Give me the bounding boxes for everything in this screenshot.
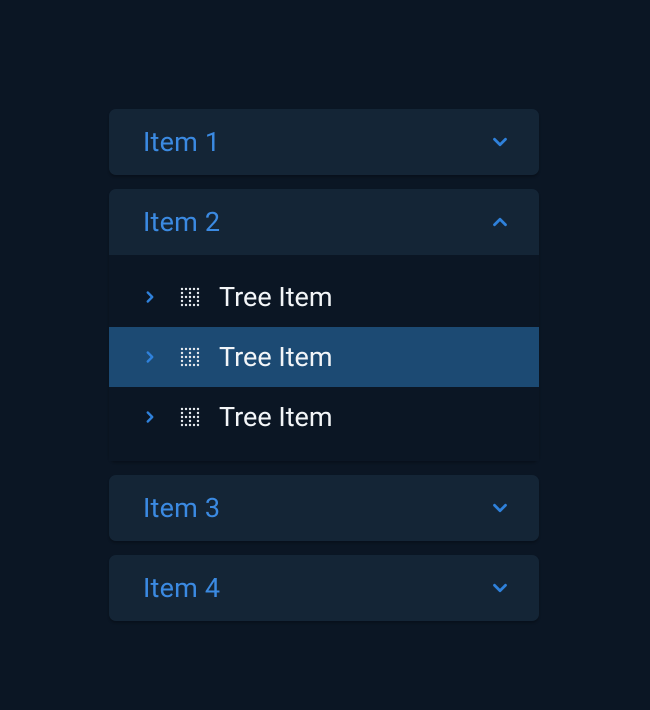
tree-item-label: Tree Item <box>219 401 333 433</box>
chevron-right-icon <box>139 406 161 428</box>
tree-item[interactable]: Tree Item <box>109 327 539 387</box>
accordion-title: Item 1 <box>143 126 220 158</box>
accordion-header-item-2[interactable]: Item 2 <box>109 189 539 255</box>
tree-item-label: Tree Item <box>219 281 333 313</box>
accordion-title: Item 3 <box>143 492 220 524</box>
accordion-section-item-2: Item 2 Tree Item <box>109 189 539 461</box>
border-clear-icon <box>177 284 203 310</box>
chevron-down-icon <box>487 129 513 155</box>
accordion-section-item-4: Item 4 <box>109 555 539 621</box>
chevron-down-icon <box>487 495 513 521</box>
chevron-down-icon <box>487 575 513 601</box>
chevron-right-icon <box>139 286 161 308</box>
accordion-header-item-3[interactable]: Item 3 <box>109 475 539 541</box>
chevron-up-icon <box>487 209 513 235</box>
accordion-title: Item 2 <box>143 206 220 238</box>
chevron-right-icon <box>139 346 161 368</box>
tree-item-label: Tree Item <box>219 341 333 373</box>
tree-item[interactable]: Tree Item <box>109 387 539 447</box>
accordion-title: Item 4 <box>143 572 220 604</box>
accordion-header-item-1[interactable]: Item 1 <box>109 109 539 175</box>
border-clear-icon <box>177 344 203 370</box>
tree-item[interactable]: Tree Item <box>109 267 539 327</box>
accordion-section-item-1: Item 1 <box>109 109 539 175</box>
accordion-header-item-4[interactable]: Item 4 <box>109 555 539 621</box>
border-clear-icon <box>177 404 203 430</box>
accordion-section-item-3: Item 3 <box>109 475 539 541</box>
tree-body: Tree Item Tree Item Tree Item <box>109 255 539 461</box>
accordion-panel: Item 1 Item 2 Tree Item <box>109 109 539 621</box>
